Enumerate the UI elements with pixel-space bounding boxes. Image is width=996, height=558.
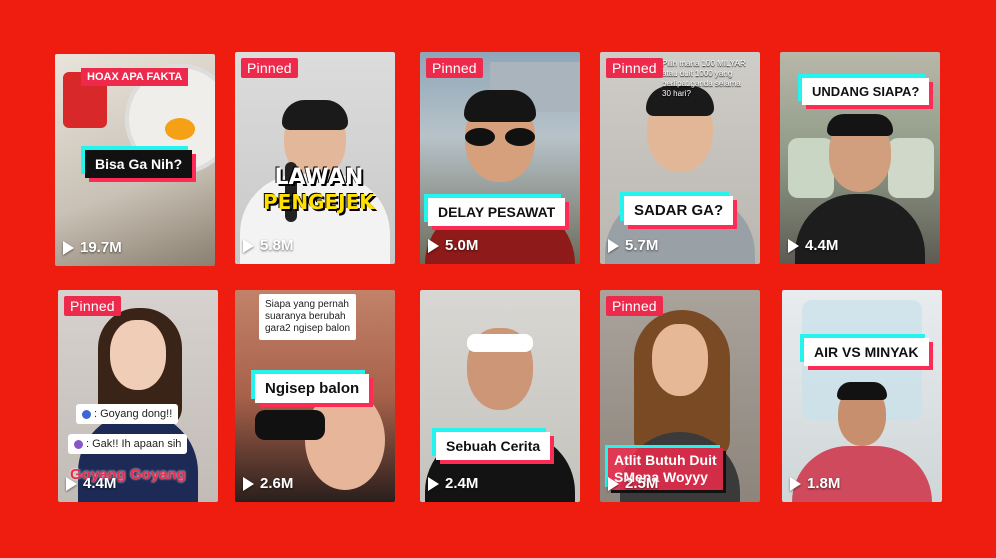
question-note: Siapa yang pernah suaranya berubah gara2…: [259, 294, 357, 340]
pinned-badge: Pinned: [606, 296, 663, 316]
play-icon: [428, 476, 439, 491]
view-count: 4.4M: [788, 237, 838, 254]
flower-decoration-image: [888, 138, 934, 198]
pinned-badge: Pinned: [64, 296, 121, 316]
view-count-value: 2.4M: [445, 475, 479, 492]
view-count-value: 5.7M: [625, 237, 659, 254]
hair-shape: [827, 114, 893, 136]
video-tile-3[interactable]: Pinned DELAY PESAWAT 5.0M: [420, 52, 580, 264]
pinned-badge: Pinned: [606, 58, 663, 78]
video-tile-8[interactable]: Sebuah Cerita 2.4M: [420, 290, 580, 502]
play-icon: [608, 238, 619, 253]
pinned-badge: Pinned: [241, 58, 298, 78]
play-icon: [790, 476, 801, 491]
pinned-badge: Pinned: [426, 58, 483, 78]
title-line-2: PENGEJEK: [263, 190, 375, 214]
play-icon: [608, 476, 619, 491]
view-count: 2.5M: [608, 475, 658, 492]
view-count-value: 19.7M: [80, 239, 122, 256]
play-icon: [66, 476, 77, 491]
video-tile-1[interactable]: HOAX APA FAKTA Bisa Ga Nih? 19.7M: [55, 54, 215, 266]
chat-text: : Gak!! Ih apaan sih: [86, 438, 182, 450]
view-count-value: 2.6M: [260, 475, 294, 492]
play-icon: [243, 476, 254, 491]
video-tile-5[interactable]: UNDANG SIAPA? 4.4M: [780, 52, 940, 264]
play-icon: [243, 238, 254, 253]
top-label: HOAX APA FAKTA: [81, 68, 189, 86]
view-count: 5.0M: [428, 237, 478, 254]
view-count-value: 5.0M: [445, 237, 479, 254]
video-tile-6[interactable]: Pinned : Goyang dong!! : Gak!! Ih apaan …: [58, 290, 218, 502]
hair-shape: [837, 382, 887, 400]
view-count-value: 1.8M: [807, 475, 841, 492]
flower-decoration-image: [788, 138, 834, 198]
view-count-value: 4.4M: [805, 237, 839, 254]
view-count: 4.4M: [66, 475, 116, 492]
video-tile-7[interactable]: Siapa yang pernah suaranya berubah gara2…: [235, 290, 395, 502]
view-count-value: 5.8M: [260, 237, 294, 254]
egg-yolk-image: [165, 118, 195, 140]
view-count: 2.6M: [243, 475, 293, 492]
person-face: [110, 320, 166, 390]
view-count: 1.8M: [790, 475, 840, 492]
person-face: [652, 324, 708, 396]
sunglasses-image: [463, 128, 537, 146]
headband-image: [467, 334, 533, 352]
play-icon: [788, 238, 799, 253]
video-tile-2[interactable]: Pinned LAWAN PENGEJEK 5.8M: [235, 52, 395, 264]
chat-text: : Goyang dong!!: [94, 408, 173, 420]
video-caption: UNDANG SIAPA?: [802, 78, 930, 105]
hair-shape: [464, 90, 536, 122]
video-caption: Bisa Ga Nih?: [85, 150, 193, 178]
chat-bubble-1: : Goyang dong!!: [76, 404, 179, 424]
view-count-value: 2.5M: [625, 475, 659, 492]
video-caption: DELAY PESAWAT: [428, 198, 566, 226]
choker-image: [255, 410, 325, 440]
video-tile-10[interactable]: AIR VS MINYAK 1.8M: [782, 290, 942, 502]
video-caption: SADAR GA?: [624, 196, 734, 225]
view-count: 2.4M: [428, 475, 478, 492]
video-grid: HOAX APA FAKTA Bisa Ga Nih? 19.7M Pinned…: [0, 0, 996, 558]
play-icon: [428, 238, 439, 253]
chat-bubble-2: : Gak!! Ih apaan sih: [68, 434, 188, 454]
view-count-value: 4.4M: [83, 475, 117, 492]
balloon-image: [305, 390, 385, 490]
video-tile-4[interactable]: Pilih mana 100 MILYAR atau duit 1000 yan…: [600, 52, 760, 264]
video-caption: Ngisep balon: [255, 374, 370, 403]
video-title: LAWAN PENGEJEK: [263, 165, 375, 215]
video-tile-9[interactable]: Pinned Atlit Butuh Duit SMena Woyyy 2.5M: [600, 290, 760, 502]
video-caption: Sebuah Cerita: [436, 432, 551, 460]
view-count: 5.8M: [243, 237, 293, 254]
play-icon: [63, 240, 74, 255]
user-blue-icon: [82, 409, 91, 419]
video-caption: AIR VS MINYAK: [804, 338, 929, 366]
hair-shape: [282, 100, 348, 130]
view-count: 5.7M: [608, 237, 658, 254]
title-line-1: LAWAN: [274, 165, 364, 190]
view-count: 19.7M: [63, 239, 122, 256]
top-text: Pilih mana 100 MILYAR atau duit 1000 yan…: [662, 59, 746, 98]
user-purple-icon: [74, 439, 83, 449]
